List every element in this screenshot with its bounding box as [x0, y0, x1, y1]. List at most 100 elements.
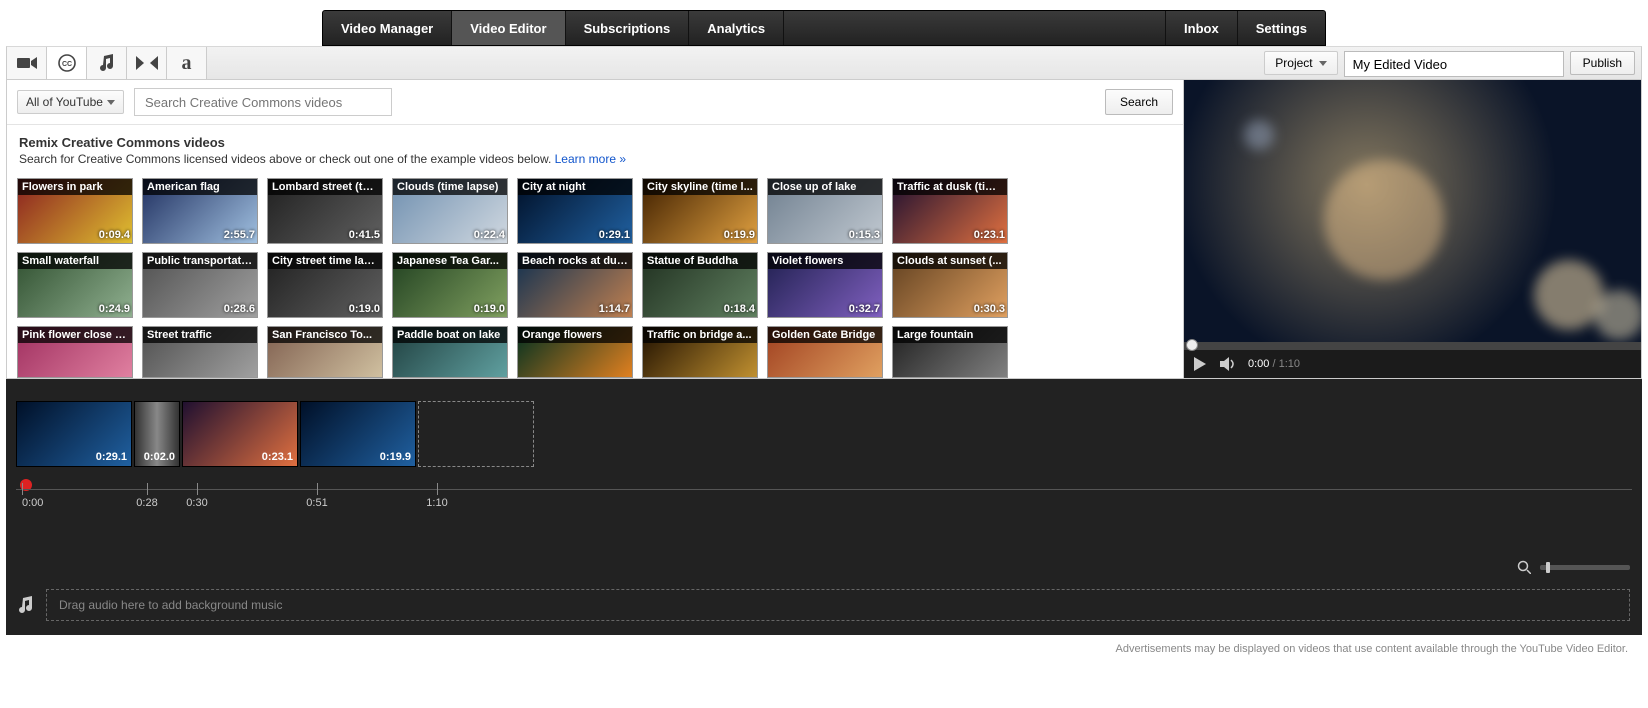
- video-thumb[interactable]: San Francisco To...: [267, 326, 383, 378]
- thumb-title: Lombard street (th...: [268, 179, 382, 195]
- audio-drop-zone[interactable]: Drag audio here to add background music: [46, 589, 1630, 621]
- nav-inbox[interactable]: Inbox: [1165, 11, 1237, 45]
- video-thumb[interactable]: Pink flower close up: [17, 326, 133, 378]
- preview-video[interactable]: [1184, 80, 1641, 342]
- thumb-title: Pink flower close up: [18, 327, 132, 343]
- video-track[interactable]: 0:29.1 0:02.0 0:23.10:19.9: [6, 379, 1642, 473]
- thumb-duration: 0:23.1: [974, 229, 1005, 241]
- video-thumb[interactable]: Lombard street (th... 0:41.5: [267, 178, 383, 244]
- thumb-title: Traffic on bridge a...: [643, 327, 757, 343]
- thumb-duration: 0:41.5: [349, 229, 380, 241]
- thumb-duration: 0:19.0: [349, 303, 380, 315]
- video-grid: Flowers in park0:09.4American flag2:55.7…: [7, 170, 1183, 378]
- transitions-tab[interactable]: [127, 47, 167, 79]
- nav-video-editor[interactable]: Video Editor: [452, 11, 565, 45]
- timeline: 0:29.10:02.00:23.10:19.9 0:000:280:300:5…: [6, 379, 1642, 635]
- cc-videos-tab[interactable]: CC: [47, 47, 87, 79]
- video-thumb[interactable]: Flowers in park0:09.4: [17, 178, 133, 244]
- video-thumb[interactable]: Clouds at sunset (... 0:30.3: [892, 252, 1008, 318]
- thumb-title: City at night: [518, 179, 632, 195]
- ruler-tick: [147, 483, 148, 495]
- timeline-ruler[interactable]: 0:000:280:300:511:10: [16, 479, 1632, 513]
- thumb-title: Large fountain: [893, 327, 1007, 343]
- audio-tab[interactable]: [87, 47, 127, 79]
- caret-down-icon: [107, 100, 115, 105]
- video-thumb[interactable]: Japanese Tea Gar...0:19.0: [392, 252, 508, 318]
- thumb-duration: 0:09.4: [99, 229, 130, 241]
- thumb-duration: 0:15.3: [849, 229, 880, 241]
- video-thumb[interactable]: Beach rocks at dusk 1:14.7: [517, 252, 633, 318]
- ruler-label: 0:00: [22, 497, 43, 509]
- my-videos-tab[interactable]: [7, 47, 47, 79]
- thumb-title: Paddle boat on lake: [393, 327, 507, 343]
- video-thumb[interactable]: Close up of lake 0:15.3: [767, 178, 883, 244]
- thumb-title: Small waterfall: [18, 253, 132, 269]
- thumb-title: San Francisco To...: [268, 327, 382, 343]
- video-thumb[interactable]: Golden Gate Bridge: [767, 326, 883, 378]
- remix-heading: Remix Creative Commons videos: [19, 135, 1171, 150]
- thumb-title: Traffic at dusk (tim...: [893, 179, 1007, 195]
- thumb-title: Clouds at sunset (...: [893, 253, 1007, 269]
- video-thumb[interactable]: Street traffic: [142, 326, 258, 378]
- thumb-duration: 0:24.9: [99, 303, 130, 315]
- preview-pane: 0:00 / 1:10: [1184, 80, 1642, 379]
- thumb-title: Statue of Buddha: [643, 253, 757, 269]
- video-thumb[interactable]: City at night0:29.1: [517, 178, 633, 244]
- video-thumb[interactable]: Violet flowers0:32.7: [767, 252, 883, 318]
- project-dropdown[interactable]: Project: [1264, 51, 1337, 75]
- thumb-duration: 0:30.3: [974, 303, 1005, 315]
- thumb-duration: 0:19.0: [474, 303, 505, 315]
- video-thumb[interactable]: City street time lapse 0:19.0: [267, 252, 383, 318]
- editor-toolbar: CC a Project Publish: [6, 46, 1642, 80]
- nav-video-manager[interactable]: Video Manager: [323, 11, 452, 45]
- video-thumb[interactable]: Small waterfall 0:24.9: [17, 252, 133, 318]
- timeline-clip[interactable]: 0:19.9: [300, 401, 416, 467]
- search-button[interactable]: Search: [1105, 89, 1173, 115]
- video-thumb[interactable]: Statue of Buddha0:18.4: [642, 252, 758, 318]
- video-thumb[interactable]: Large fountain: [892, 326, 1008, 378]
- clip-drop-slot[interactable]: [418, 401, 534, 467]
- thumb-duration: 1:14.7: [599, 303, 630, 315]
- video-thumb[interactable]: Traffic on bridge a...: [642, 326, 758, 378]
- thumb-title: City skyline (time l...: [643, 179, 757, 195]
- thumb-title: Beach rocks at dusk: [518, 253, 632, 269]
- video-thumb[interactable]: Clouds (time lapse)0:22.4: [392, 178, 508, 244]
- source-filter-dropdown[interactable]: All of YouTube: [17, 90, 124, 114]
- project-title-input[interactable]: [1344, 51, 1564, 77]
- ruler-label: 0:28: [136, 497, 157, 509]
- mute-button[interactable]: [1220, 356, 1236, 372]
- video-thumb[interactable]: Orange flowers: [517, 326, 633, 378]
- thumb-title: Close up of lake: [768, 179, 882, 195]
- video-thumb[interactable]: City skyline (time l...0:19.9: [642, 178, 758, 244]
- thumb-title: City street time lapse: [268, 253, 382, 269]
- publish-button[interactable]: Publish: [1570, 51, 1635, 75]
- video-thumb[interactable]: Traffic at dusk (tim... 0:23.1: [892, 178, 1008, 244]
- clip-duration: 0:02.0: [144, 451, 175, 463]
- nav-settings[interactable]: Settings: [1237, 11, 1325, 45]
- ruler-tick: [437, 483, 438, 495]
- footer-disclaimer: Advertisements may be displayed on video…: [0, 635, 1648, 675]
- nav-subscriptions[interactable]: Subscriptions: [566, 11, 690, 45]
- browser-pane: All of YouTube Search Remix Creative Com…: [6, 80, 1184, 379]
- ruler-tick: [197, 483, 198, 495]
- learn-more-link[interactable]: Learn more »: [555, 152, 626, 166]
- text-tab[interactable]: a: [167, 47, 207, 79]
- preview-scrubber[interactable]: [1184, 342, 1641, 350]
- timeline-clip[interactable]: 0:23.1: [182, 401, 298, 467]
- zoom-slider[interactable]: [1540, 565, 1630, 570]
- video-thumb[interactable]: Public transportation0:28.6: [142, 252, 258, 318]
- nav-analytics[interactable]: Analytics: [689, 11, 784, 45]
- timeline-clip[interactable]: 0:29.1: [16, 401, 132, 467]
- ruler-tick: [317, 483, 318, 495]
- transition-clip[interactable]: 0:02.0: [134, 401, 180, 467]
- video-thumb[interactable]: American flag2:55.7: [142, 178, 258, 244]
- thumb-title: Clouds (time lapse): [393, 179, 507, 195]
- play-button[interactable]: [1192, 356, 1208, 372]
- zoom-icon[interactable]: [1516, 559, 1532, 575]
- scrub-handle[interactable]: [1186, 339, 1198, 351]
- video-thumb[interactable]: Paddle boat on lake: [392, 326, 508, 378]
- ruler-tick: [22, 483, 23, 495]
- thumb-title: American flag: [143, 179, 257, 195]
- caret-down-icon: [1319, 61, 1327, 66]
- search-input[interactable]: [134, 88, 392, 116]
